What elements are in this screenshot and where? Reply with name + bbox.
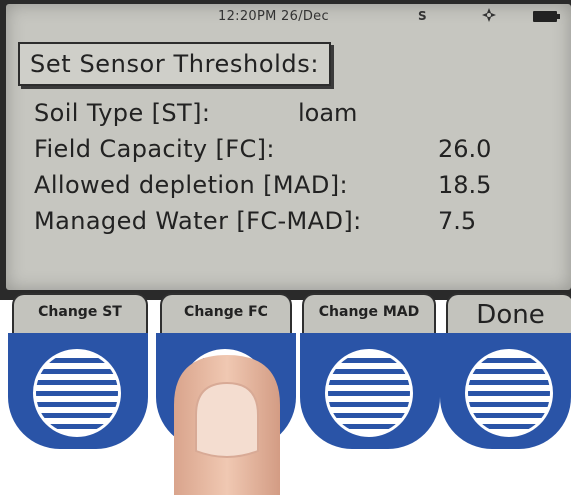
field-capacity-label: Field Capacity [FC]: xyxy=(34,135,275,163)
allowed-depletion-value: 18.5 xyxy=(438,171,492,199)
soil-type-label: Soil Type [ST]: xyxy=(34,99,211,127)
managed-water-value: 7.5 xyxy=(438,207,477,235)
battery-icon xyxy=(533,11,560,22)
change-mad-button[interactable] xyxy=(300,333,440,449)
field-capacity-value: 26.0 xyxy=(438,135,492,163)
gps-icon xyxy=(482,8,496,22)
softkey-done-label: Done xyxy=(476,300,545,330)
softkey-change-fc-label: Change FC xyxy=(184,304,268,320)
softkey-change-fc[interactable]: Change FC xyxy=(160,293,292,337)
done-button[interactable] xyxy=(440,333,571,449)
soil-type-value: loam xyxy=(298,99,358,127)
softkey-change-st-label: Change ST xyxy=(38,304,122,320)
lcd-screen: 12:20PM 26/Dec S Set Sensor Thresholds: … xyxy=(6,4,571,290)
change-st-button[interactable] xyxy=(8,333,148,449)
softkey-change-st[interactable]: Change ST xyxy=(12,293,148,337)
pointing-finger-icon xyxy=(174,355,280,495)
button-grille-icon xyxy=(325,349,413,437)
page-title: Set Sensor Thresholds: xyxy=(18,42,332,86)
allowed-depletion-label: Allowed depletion [MAD]: xyxy=(34,171,348,199)
status-indicator: S xyxy=(418,9,427,23)
softkey-done[interactable]: Done xyxy=(446,293,571,337)
button-grille-icon xyxy=(33,349,121,437)
button-grille-icon xyxy=(465,349,553,437)
managed-water-label: Managed Water [FC-MAD]: xyxy=(34,207,362,235)
status-time-date: 12:20PM 26/Dec xyxy=(218,9,329,24)
softkey-change-mad-label: Change MAD xyxy=(318,304,420,320)
device-bezel: 12:20PM 26/Dec S Set Sensor Thresholds: … xyxy=(0,0,571,337)
status-bar: 12:20PM 26/Dec S xyxy=(6,4,571,26)
softkey-change-mad[interactable]: Change MAD xyxy=(302,293,436,337)
